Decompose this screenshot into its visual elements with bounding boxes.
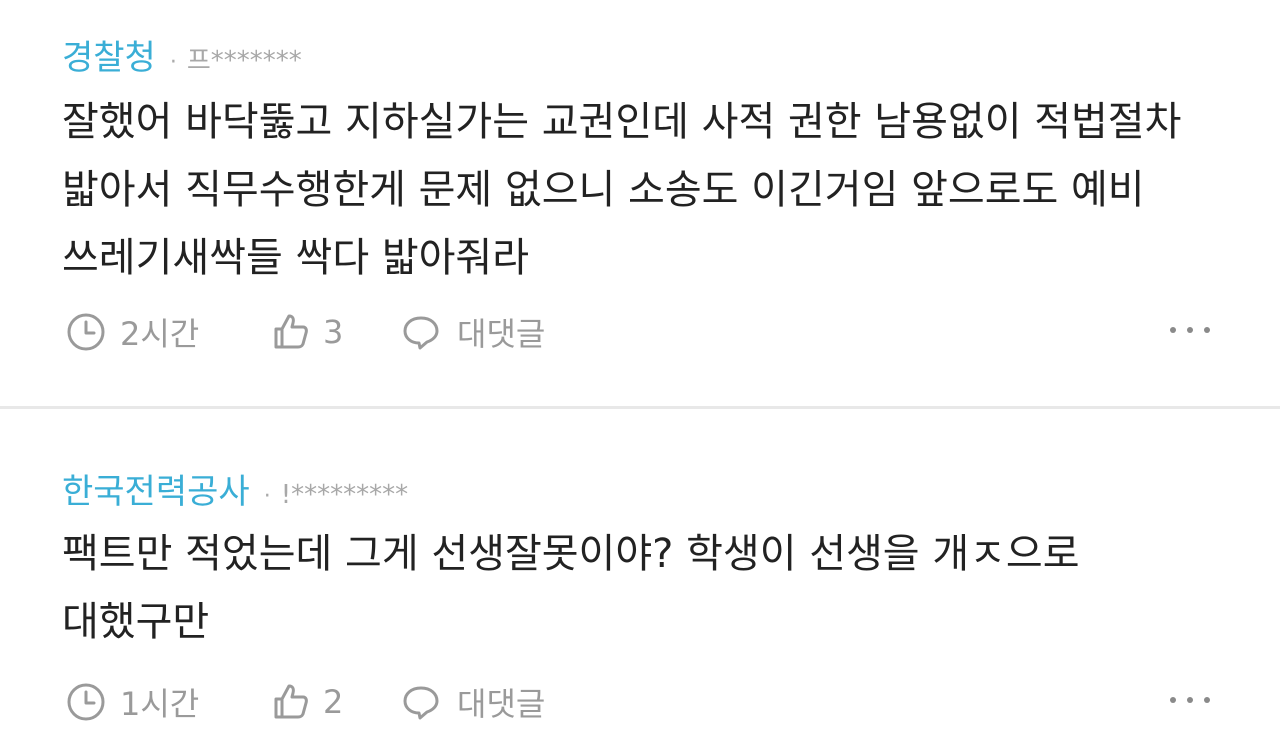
reply-button[interactable]: 대댓글	[401, 679, 545, 725]
time-text: 1시간	[120, 685, 200, 723]
more-options-button[interactable]	[1170, 688, 1210, 712]
comment-author-row: 경찰청 · 프*******	[62, 30, 302, 79]
comment-time: 1시간	[66, 679, 271, 725]
comment-author-row: 한국전력공사 · !*********	[62, 464, 408, 513]
speech-bubble-icon	[403, 686, 439, 720]
comment-body: 팩트만 적었는데 그게 선생잘못이야? 학생이 선생을 개ㅈ으로 대했구만	[62, 531, 1080, 645]
reply-label: 대댓글	[457, 685, 546, 723]
reply-label: 대댓글	[457, 315, 546, 353]
more-dots-icon	[1170, 697, 1176, 703]
comment-item: 경찰청 · 프******* 잘했어 바닥뚫고 지하실가는 교권인데 사적 권한…	[0, 0, 1280, 408]
comment-body: 잘했어 바닥뚫고 지하실가는 교권인데 사적 권한 남용없이 적법절차 밟아서 …	[62, 99, 1182, 281]
author-name[interactable]: 한국전력공사	[62, 464, 250, 513]
reply-button[interactable]: 대댓글	[401, 309, 545, 355]
like-button[interactable]: 2	[271, 682, 401, 722]
author-name[interactable]: 경찰청	[62, 30, 156, 79]
time-text: 2시간	[120, 315, 200, 353]
more-options-button[interactable]	[1170, 318, 1210, 342]
clock-icon	[67, 313, 105, 351]
user-id: !*********	[280, 480, 409, 510]
like-count: 2	[323, 683, 344, 721]
separator-dot: ·	[169, 50, 177, 75]
like-count: 3	[323, 313, 344, 351]
thumbs-up-icon	[274, 684, 308, 719]
user-id: 프*******	[186, 46, 302, 76]
clock-icon	[67, 683, 105, 721]
speech-bubble-icon	[403, 316, 439, 350]
like-button[interactable]: 3	[271, 312, 401, 352]
separator-dot: ·	[263, 484, 271, 509]
more-dots-icon	[1170, 327, 1176, 333]
comment-meta-row: 1시간 2 대댓글	[66, 680, 1216, 724]
comment-divider	[0, 406, 1280, 409]
comment-item: 한국전력공사 · !********* 팩트만 적었는데 그게 선생잘못이야? …	[0, 410, 1280, 736]
comment-time: 2시간	[66, 309, 271, 355]
thumbs-up-icon	[274, 314, 308, 349]
comment-meta-row: 2시간 3 대댓글	[66, 310, 1216, 354]
